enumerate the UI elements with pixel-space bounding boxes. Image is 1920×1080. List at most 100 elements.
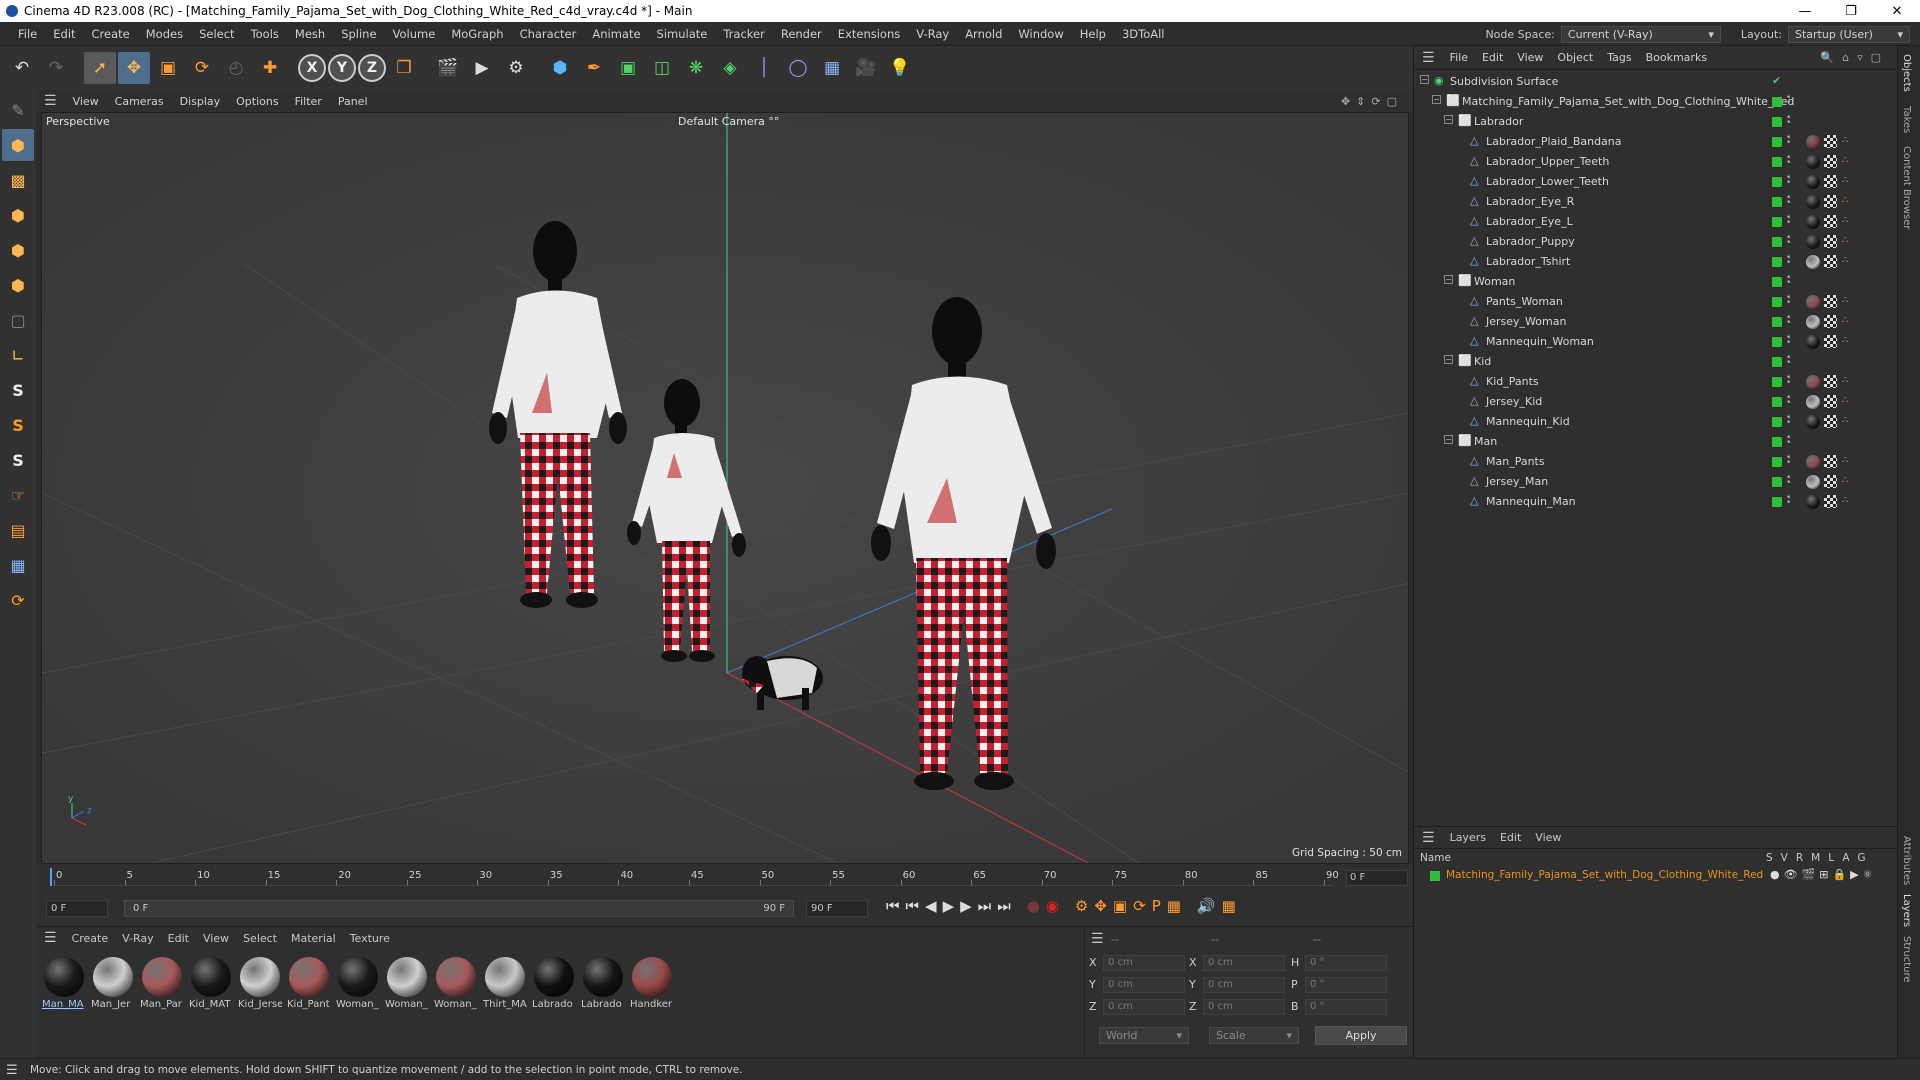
visibility-status-icon[interactable] — [1772, 297, 1782, 307]
render-dots-icon[interactable]: • • — [1786, 374, 1792, 388]
material-swatch[interactable]: Woman_ — [385, 957, 429, 1015]
object-name[interactable]: Jersey_Woman — [1486, 315, 1566, 328]
scale-dropdown[interactable]: Scale ▾ — [1209, 1027, 1299, 1044]
light-icon[interactable]: 💡 — [884, 52, 916, 84]
object-name[interactable]: Man — [1474, 435, 1497, 448]
texture-tag-icon[interactable] — [1824, 215, 1837, 228]
z-axis-icon[interactable]: Z — [358, 54, 386, 82]
texture-tag-icon[interactable] — [1824, 135, 1837, 148]
menu-spline[interactable]: Spline — [333, 27, 384, 41]
coord-field[interactable]: 0 cm — [1203, 977, 1285, 993]
render-dots-icon[interactable]: • • — [1786, 434, 1792, 448]
timeline-icon[interactable]: ▦ — [1222, 897, 1236, 915]
render-dots-icon[interactable]: • • — [1786, 254, 1792, 268]
apply-button[interactable]: Apply — [1315, 1026, 1407, 1045]
visibility-status-icon[interactable] — [1772, 417, 1782, 427]
material-tag-icon[interactable] — [1806, 135, 1820, 149]
object-row[interactable]: △ Labrador_Eye_L • • ∴ — [1414, 212, 1898, 232]
material-swatch[interactable]: Labrado — [581, 957, 625, 1015]
object-row[interactable]: △ Kid_Pants • • ∴ — [1414, 372, 1898, 392]
layers-menu-view[interactable]: View — [1528, 831, 1568, 844]
render-dots-icon[interactable]: • • — [1786, 154, 1792, 168]
material-tag-icon[interactable] — [1806, 175, 1820, 189]
vertex-map-tag-icon[interactable]: ∴ — [1842, 136, 1852, 146]
texture-tag-icon[interactable] — [1824, 195, 1837, 208]
render-dots-icon[interactable]: • • — [1786, 274, 1792, 288]
next-key-icon[interactable]: ⏭ — [978, 897, 992, 915]
spline-pen-icon[interactable]: ✒ — [578, 52, 610, 84]
menu-tools[interactable]: Tools — [243, 27, 287, 41]
object-row[interactable]: − ⬜ Kid • • — [1414, 352, 1898, 372]
play-icon[interactable]: ▶ — [943, 897, 955, 915]
texture-mode-icon[interactable]: ▩ — [2, 164, 34, 196]
object-name[interactable]: Jersey_Man — [1486, 475, 1548, 488]
snap-icon[interactable]: S — [2, 374, 34, 406]
material-tag-icon[interactable] — [1806, 215, 1820, 229]
vertex-map-tag-icon[interactable]: ∴ — [1842, 156, 1852, 166]
collapse-icon[interactable]: − — [1420, 75, 1429, 84]
menu-arnold[interactable]: Arnold — [957, 27, 1010, 41]
coordinate-system-icon[interactable]: ❐ — [388, 52, 420, 84]
texture-tag-icon[interactable] — [1824, 455, 1837, 468]
collapse-icon[interactable]: − — [1432, 95, 1441, 104]
camera-icon[interactable]: 🎥 — [850, 52, 882, 84]
maximize-button[interactable]: ❐ — [1828, 0, 1874, 22]
coord-field[interactable]: 0 cm — [1103, 999, 1185, 1015]
hamburger-icon[interactable]: ☰ — [1414, 830, 1443, 846]
scale-tool-icon[interactable]: ▣ — [152, 52, 184, 84]
object-row[interactable]: △ Labrador_Eye_R • • ∴ — [1414, 192, 1898, 212]
snap-enable-icon[interactable]: S — [2, 444, 34, 476]
tab-layers[interactable]: Layers — [1901, 894, 1912, 927]
menu-create[interactable]: Create — [84, 27, 138, 41]
mat-menu-vray[interactable]: V-Ray — [115, 932, 161, 945]
axis-mode-icon[interactable]: ∟ — [2, 339, 34, 371]
object-name[interactable]: Labrador_Upper_Teeth — [1486, 155, 1609, 168]
hamburger-icon[interactable]: ☰ — [36, 930, 65, 946]
object-row[interactable]: △ Mannequin_Man • • ∴ — [1414, 492, 1898, 512]
undo-icon[interactable]: ↶ — [6, 52, 38, 84]
vertex-map-tag-icon[interactable]: ∴ — [1842, 476, 1852, 486]
object-name[interactable]: Labrador_Plaid_Bandana — [1486, 135, 1622, 148]
object-name[interactable]: Labrador_Eye_R — [1486, 195, 1574, 208]
mograph-icon[interactable]: ◈ — [714, 52, 746, 84]
texture-tag-icon[interactable] — [1824, 415, 1837, 428]
object-name[interactable]: Woman — [1474, 275, 1515, 288]
collapse-icon[interactable]: − — [1444, 275, 1453, 284]
visibility-status-icon[interactable] — [1772, 477, 1782, 487]
prev-frame-icon[interactable]: ◀ — [925, 897, 937, 915]
render-dots-icon[interactable]: • • — [1786, 454, 1792, 468]
coord-field[interactable]: 0 cm — [1103, 955, 1185, 971]
tweak-mode-icon[interactable]: ☞ — [2, 479, 34, 511]
field-icon[interactable]: ◯ — [782, 52, 814, 84]
material-swatch[interactable]: Man_Jer — [91, 957, 135, 1015]
hamburger-icon[interactable]: ☰ — [6, 1063, 18, 1078]
object-row[interactable]: △ Labrador_Plaid_Bandana • • ∴ — [1414, 132, 1898, 152]
material-swatch[interactable]: Woman_ — [434, 957, 478, 1015]
material-swatch[interactable]: Kid_Jerse — [238, 957, 282, 1015]
render-settings-icon[interactable]: ⚙ — [500, 52, 532, 84]
obj-menu-tags[interactable]: Tags — [1600, 51, 1638, 64]
vertex-map-tag-icon[interactable]: ∴ — [1842, 176, 1852, 186]
object-name[interactable]: Mannequin_Woman — [1486, 335, 1594, 348]
goto-end-icon[interactable]: ⏭ — [997, 897, 1011, 915]
object-row[interactable]: △ Labrador_Puppy • • ∴ — [1414, 232, 1898, 252]
object-name[interactable]: Labrador_Lower_Teeth — [1486, 175, 1609, 188]
render-dots-icon[interactable]: • • — [1786, 314, 1792, 328]
object-name[interactable]: Pants_Woman — [1486, 295, 1563, 308]
material-tag-icon[interactable] — [1806, 335, 1820, 349]
minimize-button[interactable]: — — [1782, 0, 1828, 22]
range-slider[interactable]: 0 F 90 F — [124, 900, 794, 917]
viewport-nav-icons[interactable]: ✥⇕⟳▢ — [1341, 95, 1403, 108]
visibility-status-icon[interactable] — [1772, 377, 1782, 387]
render-dots-icon[interactable]: • • — [1786, 94, 1792, 108]
object-row[interactable]: △ Jersey_Woman • • ∴ — [1414, 312, 1898, 332]
checkmark-icon[interactable]: ✔ — [1772, 74, 1781, 87]
material-tag-icon[interactable] — [1806, 195, 1820, 209]
key-all-icon[interactable]: ⚙ — [1075, 897, 1088, 915]
object-name[interactable]: Labrador_Puppy — [1486, 235, 1575, 248]
mat-menu-select[interactable]: Select — [236, 932, 284, 945]
tab-content-browser[interactable]: Content Browser — [1901, 146, 1912, 229]
hamburger-icon[interactable]: ☰ — [36, 93, 65, 109]
menu-modes[interactable]: Modes — [138, 27, 191, 41]
vertex-map-tag-icon[interactable]: ∴ — [1842, 236, 1852, 246]
